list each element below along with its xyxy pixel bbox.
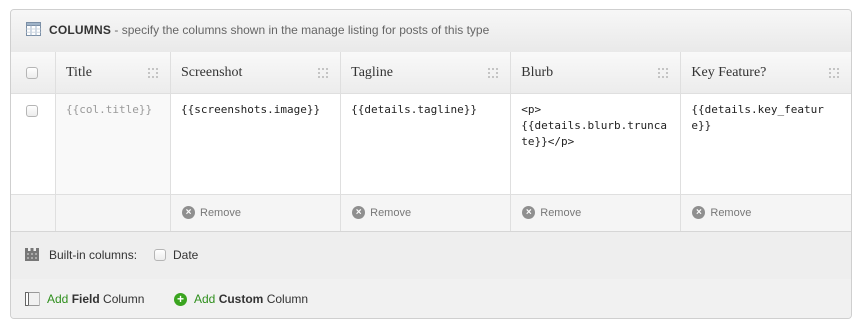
remove-column-button[interactable]: × Remove	[692, 206, 751, 219]
footer-actions: Add Field Column + Add Custom Column	[11, 279, 851, 318]
remove-x-icon: ×	[692, 206, 706, 219]
table-icon	[26, 22, 41, 36]
field-column-icon	[25, 292, 40, 306]
add-custom-prefix: Add	[194, 292, 219, 306]
column-header-screenshot[interactable]: Screenshot	[170, 52, 342, 94]
column-header-label: Tagline	[351, 65, 393, 80]
template-value[interactable]: {{screenshots.image}}	[181, 102, 332, 118]
select-all-cell	[11, 52, 56, 94]
columns-table: Title Screenshot Tagline Blurb Key Featu…	[11, 52, 851, 232]
panel-header: COLUMNS - specify the columns shown in t…	[11, 10, 851, 53]
add-field-prefix: Add	[47, 292, 72, 306]
add-custom-column-button[interactable]: + Add Custom Column	[174, 292, 308, 306]
template-cell-title: {{col.title}}	[55, 93, 171, 195]
select-all-checkbox[interactable]	[26, 67, 38, 79]
remove-cell: × Remove	[170, 194, 342, 232]
row-checkbox[interactable]	[26, 105, 38, 117]
remove-column-button[interactable]: × Remove	[182, 206, 241, 219]
drag-handle-icon[interactable]	[488, 68, 499, 78]
columns-panel: COLUMNS - specify the columns shown in t…	[10, 9, 852, 319]
empty-cell	[11, 194, 56, 232]
template-value[interactable]: <p> {{details.blurb.truncate}}</p>	[521, 102, 672, 150]
remove-row: × Remove × Remove × Remove × Remove	[11, 194, 851, 232]
remove-label: Remove	[540, 206, 582, 219]
column-header-key-feature[interactable]: Key Feature?	[680, 52, 851, 94]
column-header-label: Title	[66, 65, 92, 80]
add-custom-column-label: Add Custom Column	[194, 292, 308, 306]
remove-cell: × Remove	[680, 194, 851, 232]
table-header-row: Title Screenshot Tagline Blurb Key Featu…	[11, 52, 851, 94]
drag-handle-icon[interactable]	[148, 68, 158, 78]
drag-handle-icon[interactable]	[658, 68, 669, 78]
remove-cell: × Remove	[510, 194, 682, 232]
add-field-column-button[interactable]: Add Field Column	[25, 292, 144, 306]
add-field-column-label: Add Field Column	[47, 292, 144, 306]
remove-label: Remove	[200, 206, 241, 219]
builtin-columns-bar: Built-in columns: Date	[11, 231, 851, 280]
template-cell-screenshot[interactable]: {{screenshots.image}}	[170, 93, 342, 195]
remove-column-button[interactable]: × Remove	[522, 206, 581, 219]
remove-label: Remove	[370, 206, 412, 219]
remove-label: Remove	[710, 206, 752, 219]
column-header-tagline[interactable]: Tagline	[340, 52, 512, 94]
column-header-label: Key Feature?	[691, 65, 767, 80]
template-cell-key-feature[interactable]: {{details.key_feature}}	[680, 93, 851, 195]
add-custom-suffix: Column	[263, 292, 309, 306]
builtin-columns-label: Built-in columns:	[49, 248, 138, 262]
column-header-blurb[interactable]: Blurb	[510, 52, 682, 94]
row-select-cell	[11, 93, 56, 195]
panel-title: COLUMNS - specify the columns shown in t…	[49, 23, 489, 37]
add-custom-bold: Custom	[218, 292, 264, 306]
panel-title-bold: COLUMNS	[49, 23, 112, 37]
template-value[interactable]: {{details.key_feature}}	[691, 102, 843, 134]
remove-column-button[interactable]: × Remove	[352, 206, 411, 219]
template-value: {{col.title}}	[66, 103, 153, 116]
add-field-suffix: Column	[99, 292, 145, 306]
date-checkbox-label[interactable]: Date	[173, 248, 198, 262]
remove-x-icon: ×	[352, 206, 366, 219]
column-header-title[interactable]: Title	[55, 52, 171, 94]
date-checkbox[interactable]	[154, 249, 166, 261]
panel-title-description: - specify the columns shown in the manag…	[111, 23, 490, 37]
template-cell-blurb[interactable]: <p> {{details.blurb.truncate}}</p>	[510, 93, 682, 195]
castle-icon	[25, 248, 39, 261]
add-field-bold: Field	[71, 292, 100, 306]
column-header-label: Blurb	[521, 65, 554, 80]
remove-x-icon: ×	[182, 206, 195, 219]
drag-handle-icon[interactable]	[829, 68, 839, 78]
column-template-row: {{col.title}} {{screenshots.image}} {{de…	[11, 93, 851, 195]
remove-x-icon: ×	[522, 206, 536, 219]
column-header-label: Screenshot	[181, 65, 243, 80]
empty-cell	[55, 194, 171, 232]
drag-handle-icon[interactable]	[318, 68, 329, 78]
template-value[interactable]: {{details.tagline}}	[351, 102, 502, 118]
template-cell-tagline[interactable]: {{details.tagline}}	[340, 93, 512, 195]
plus-circle-icon: +	[174, 292, 187, 306]
remove-cell: × Remove	[340, 194, 512, 232]
